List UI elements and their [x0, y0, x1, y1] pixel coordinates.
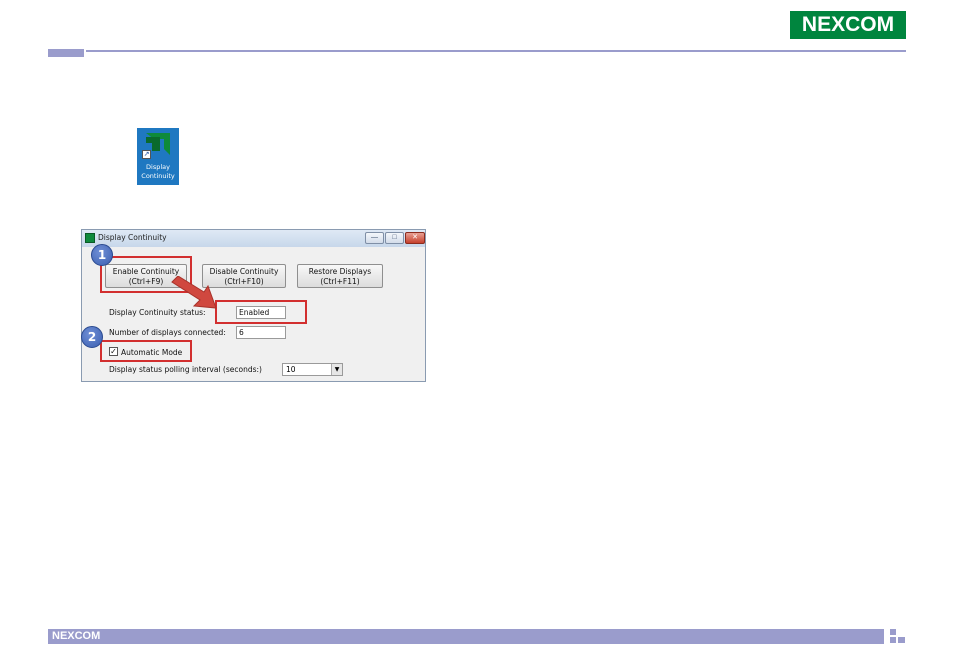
maximize-button[interactable]: □: [385, 232, 404, 244]
highlight-automatic-mode: [100, 340, 192, 362]
header-accent-tab: [48, 49, 84, 57]
restore-displays-label: Restore Displays: [308, 267, 372, 276]
desktop-icon-label-line1: Display: [146, 163, 170, 171]
window-title: Display Continuity: [98, 233, 167, 242]
restore-displays-button[interactable]: Restore Displays (Ctrl+F11): [297, 264, 383, 288]
displays-connected-field: 6: [236, 326, 286, 339]
display-continuity-desktop-icon[interactable]: ↗ Display Continuity: [137, 128, 179, 185]
desktop-icon-label-line2: Continuity: [141, 172, 175, 180]
red-pointer-arrow-icon: [171, 276, 217, 309]
restore-displays-shortcut: (Ctrl+F11): [320, 277, 360, 286]
footer-logo: NEXCOM: [52, 630, 101, 642]
footer-corner-square: [890, 629, 896, 635]
step-1-badge: 1: [91, 244, 113, 266]
shortcut-arrow-icon: ↗: [142, 150, 151, 159]
close-button[interactable]: ✕: [405, 232, 425, 244]
app-icon: [85, 233, 95, 243]
step-2-badge: 2: [81, 326, 103, 348]
footer-bar: NEXCOM: [48, 629, 884, 644]
footer-corner-square: [890, 637, 896, 643]
title-bar[interactable]: Display Continuity — □ ✕: [82, 230, 425, 247]
displays-connected-label: Number of displays connected:: [109, 328, 226, 337]
footer-corner-square: [898, 637, 905, 643]
minimize-button[interactable]: —: [365, 232, 384, 244]
polling-interval-select[interactable]: 10 ▼: [282, 363, 343, 376]
dropdown-arrow-icon[interactable]: ▼: [331, 364, 342, 375]
header-rule: [86, 50, 906, 52]
logo-text: NEXCOM: [801, 13, 895, 36]
desktop-icon-label: Display Continuity: [137, 163, 179, 181]
polling-interval-value: 10: [286, 365, 296, 374]
highlight-status-field: [215, 300, 307, 324]
nexcom-logo: NEXCOM: [790, 11, 906, 39]
polling-interval-label: Display status polling interval (seconds…: [109, 365, 262, 374]
